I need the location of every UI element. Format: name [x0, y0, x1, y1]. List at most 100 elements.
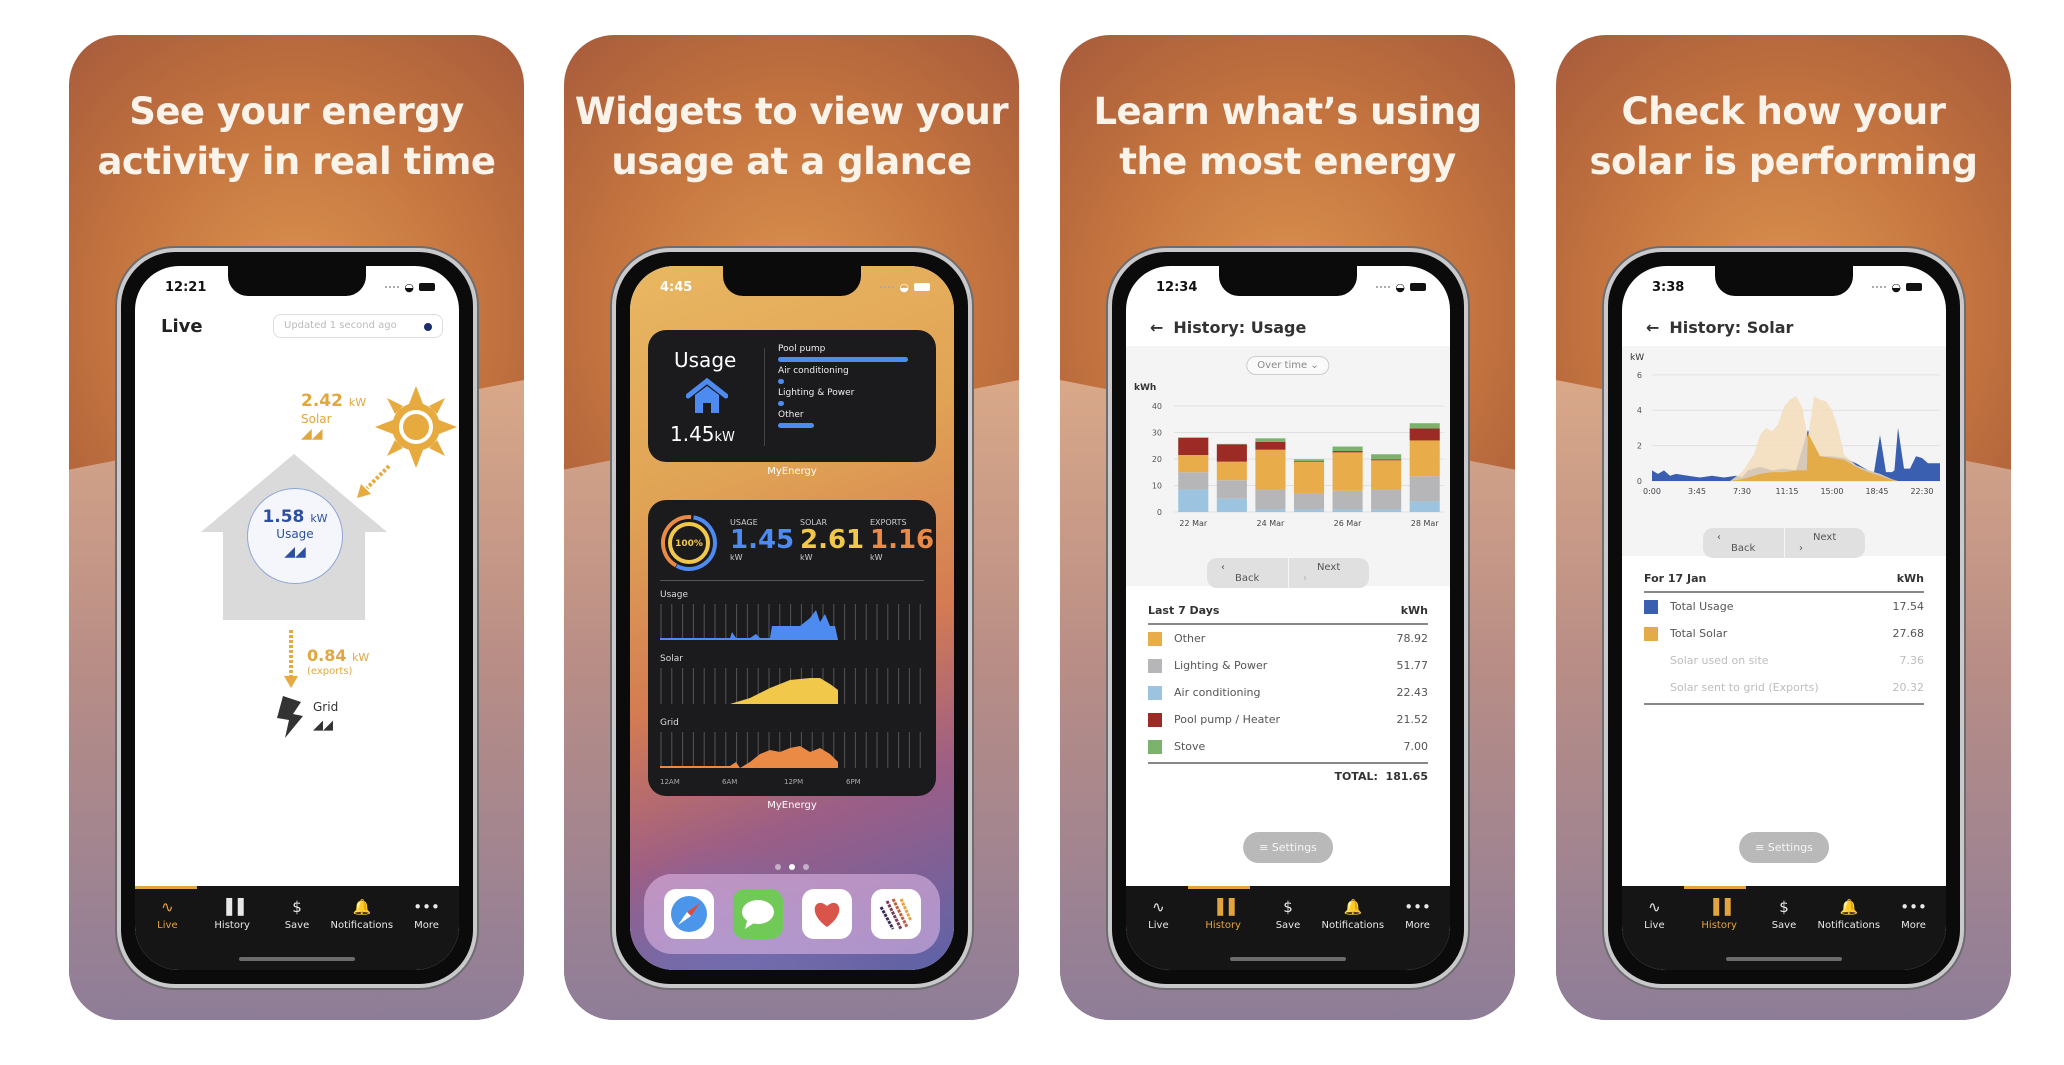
bar-segment[interactable] — [1332, 452, 1363, 491]
bar-segment[interactable] — [1293, 493, 1325, 510]
tab-history[interactable]: ▐▐ History — [200, 898, 264, 931]
wifi-icon: ◒ — [1891, 280, 1901, 294]
y-axis-label: kW — [1630, 353, 1644, 363]
tab-more[interactable]: ••• More — [1386, 898, 1450, 931]
battery-icon — [419, 283, 435, 291]
home-indicator[interactable] — [1726, 957, 1842, 961]
mini-chart-solar — [660, 668, 921, 704]
tab-save[interactable]: $ Save — [1752, 898, 1816, 931]
live-indicator-icon — [424, 323, 432, 331]
back-button[interactable]: ‹ Back — [1703, 528, 1784, 558]
mode-dropdown[interactable]: Over time ⌄ — [1246, 356, 1330, 375]
active-tab-indicator — [135, 886, 197, 889]
bar-segment[interactable] — [1371, 509, 1402, 512]
next-button[interactable]: Next › — [1783, 528, 1865, 558]
bar-segment[interactable] — [1332, 446, 1363, 452]
tab-live[interactable]: ∿ Live — [1622, 898, 1686, 931]
bar-segment[interactable] — [1409, 501, 1440, 512]
bar-segment[interactable] — [1255, 489, 1286, 510]
status-bar: 3:38 ◒ — [1652, 278, 1922, 296]
bar-segment[interactable] — [1409, 440, 1440, 477]
tab-notifications[interactable]: 🔔 Notifications — [330, 898, 394, 931]
next-button[interactable]: Next › — [1287, 558, 1369, 588]
tab-notifications[interactable]: 🔔 Notifications — [1817, 898, 1881, 931]
bar-segment[interactable] — [1409, 428, 1440, 441]
bar-segment[interactable] — [1216, 480, 1247, 499]
wifi-icon: ◒ — [404, 280, 414, 294]
table-row[interactable]: Pool pump / Heater 21.52 — [1148, 706, 1428, 733]
table-row[interactable]: Total Usage 17.54 — [1644, 593, 1924, 620]
bar-segment[interactable] — [1178, 472, 1209, 490]
table-row[interactable]: Total Solar 27.68 — [1644, 620, 1924, 647]
bar-segment[interactable] — [1293, 461, 1325, 494]
usage-circle[interactable]: 1.58 kW Usage ◢◢ — [247, 488, 343, 584]
battery-icon — [1410, 283, 1426, 291]
bar-segment[interactable] — [1216, 444, 1247, 462]
ring-label: 100% — [675, 539, 703, 549]
bar-segment[interactable] — [1216, 443, 1247, 445]
table-row[interactable]: Stove 7.00 — [1148, 733, 1428, 760]
tab-more[interactable]: ••• More — [395, 898, 459, 931]
bar-segment[interactable] — [1178, 489, 1209, 512]
solar-value[interactable]: 2.42 kW — [301, 391, 366, 411]
bar-segment[interactable] — [1178, 455, 1209, 473]
bar-segment[interactable] — [1409, 423, 1440, 429]
health-app-icon[interactable] — [801, 889, 852, 939]
grid-chart-icon[interactable]: ◢◢ — [313, 718, 333, 733]
bar-segment[interactable] — [1255, 438, 1286, 442]
solar-chart-icon[interactable]: ◢◢ — [301, 426, 323, 442]
bar-segment[interactable] — [1371, 454, 1402, 460]
tab-history[interactable]: ▐▐ History — [1191, 898, 1255, 931]
bar-segment[interactable] — [1409, 476, 1440, 502]
safari-app-icon[interactable] — [663, 889, 714, 939]
tab-live[interactable]: ∿ Live — [1126, 898, 1190, 931]
table-header: Last 7 Days kWh — [1148, 604, 1428, 625]
messages-app-icon[interactable] — [732, 889, 783, 939]
tab-notifications[interactable]: 🔔 Notifications — [1321, 898, 1385, 931]
usage-chart-icon[interactable]: ◢◢ — [284, 544, 306, 560]
bar-segment[interactable] — [1216, 461, 1247, 481]
back-arrow-icon[interactable]: ← — [1646, 318, 1659, 337]
settings-button[interactable]: ≡ Settings — [1243, 832, 1333, 863]
usage-breakdown-item: Air conditioning — [778, 366, 918, 384]
bar-segment[interactable] — [1332, 490, 1363, 510]
bar-segment[interactable] — [1332, 451, 1363, 453]
usage-widget-small[interactable]: Usage 1.45kW Pool pump Air conditioning Li… — [648, 330, 936, 462]
usage-breakdown-item: Other — [778, 410, 918, 428]
bar-segment[interactable] — [1255, 441, 1286, 450]
back-arrow-icon[interactable]: ← — [1150, 318, 1163, 337]
updated-status[interactable]: Updated 1 second ago — [273, 314, 443, 338]
back-button[interactable]: ‹ Back — [1207, 558, 1288, 588]
myenergy-app-icon[interactable] — [870, 889, 921, 939]
tab-more[interactable]: ••• More — [1882, 898, 1946, 931]
tab-save[interactable]: $ Save — [265, 898, 329, 931]
bar-segment[interactable] — [1216, 498, 1247, 512]
bar-segment[interactable] — [1371, 489, 1402, 510]
tab-save[interactable]: $ Save — [1256, 898, 1320, 931]
bar-segment[interactable] — [1293, 509, 1325, 512]
tab-bar: ∿ Live ▐▐ History $ Save 🔔 Notifications ••• More — [1126, 886, 1450, 970]
mini-chart-x-label: 12PM — [784, 778, 804, 786]
mini-chart-area — [660, 610, 838, 640]
home-indicator[interactable] — [239, 957, 355, 961]
settings-button[interactable]: ≡ Settings — [1739, 832, 1829, 863]
table-row[interactable]: Other 78.92 — [1148, 625, 1428, 652]
energy-widget-large[interactable]: 100% USAGE 1.45 kW SOLAR 2.61 kW EXPORTS 1.16 kW… — [648, 500, 936, 796]
tab-history[interactable]: ▐▐ History — [1687, 898, 1751, 931]
legend-swatch — [1644, 626, 1658, 641]
bar-segment[interactable] — [1371, 460, 1402, 490]
bar-segment[interactable] — [1293, 459, 1325, 461]
table-row[interactable]: Lighting & Power 51.77 — [1148, 652, 1428, 679]
page-indicator[interactable] — [775, 864, 809, 870]
bar-segment[interactable] — [1255, 509, 1286, 512]
table-row[interactable]: Air conditioning 22.43 — [1148, 679, 1428, 706]
bar-segment[interactable] — [1255, 449, 1286, 490]
bar-segment[interactable] — [1178, 437, 1209, 438]
bar-segment[interactable] — [1332, 509, 1363, 512]
home-indicator[interactable] — [1230, 957, 1346, 961]
bar-segment[interactable] — [1371, 459, 1402, 461]
bar-segment[interactable] — [1178, 437, 1209, 456]
tab-live[interactable]: ∿ Live — [135, 898, 199, 931]
legend-swatch — [1148, 631, 1162, 646]
bar-segment[interactable] — [1293, 460, 1325, 462]
